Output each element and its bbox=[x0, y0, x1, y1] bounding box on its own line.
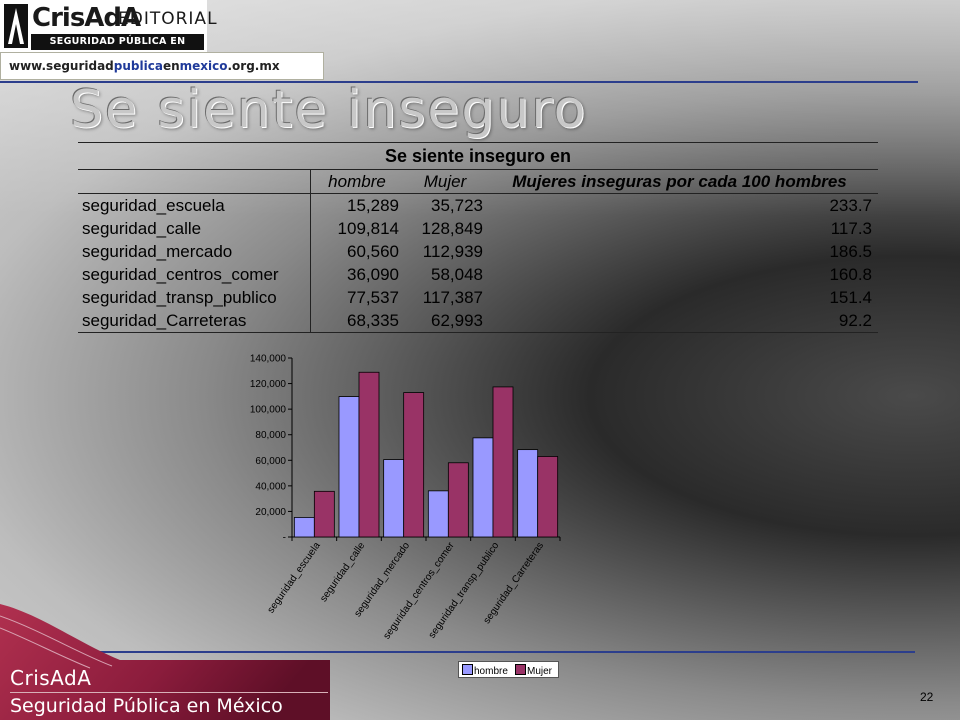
page-number: 22 bbox=[920, 690, 934, 704]
y-tick-label: - bbox=[283, 533, 286, 544]
cell-hombre: 15,289 bbox=[347, 196, 399, 215]
bar-hombre bbox=[517, 449, 539, 538]
footer-brand: CrisAdA bbox=[10, 666, 92, 690]
cell-mujer: 58,048 bbox=[431, 265, 483, 284]
table-row: seguridad_centros_comer 36,090 58,048 16… bbox=[78, 263, 878, 286]
x-tick-label: seguridad_calle bbox=[318, 540, 367, 604]
cell-mujer: 35,723 bbox=[431, 196, 483, 215]
cell-hombre: 60,560 bbox=[347, 242, 399, 261]
cell-hombre: 68,335 bbox=[310, 309, 403, 333]
table-header-row: hombre Mujer Mujeres inseguras por cada … bbox=[78, 169, 878, 194]
table-title: Se siente inseguro en bbox=[78, 142, 878, 170]
logo: CrisAdA EDITORIAL SEGURIDAD PÚBLICA EN M… bbox=[0, 0, 217, 63]
row-label: seguridad_centros_comer bbox=[78, 263, 311, 286]
cell-ratio: 92.2 bbox=[487, 309, 878, 333]
logo-editorial-text: EDITORIAL bbox=[118, 9, 218, 29]
bar-hombre bbox=[472, 437, 494, 538]
y-tick-label: 80,000 bbox=[255, 430, 286, 441]
header-hombre: hombre bbox=[310, 169, 403, 194]
cell-hombre: 109,814 bbox=[337, 219, 399, 238]
cell-mujer: 117,387 bbox=[422, 288, 483, 307]
y-tick-label: 60,000 bbox=[255, 456, 286, 467]
logo-mark-icon bbox=[4, 4, 28, 48]
legend-item-hombre: hombre bbox=[462, 664, 508, 677]
header-empty-cell bbox=[78, 169, 311, 194]
y-tick-label: 140,000 bbox=[250, 354, 287, 365]
table-row: seguridad_transp_publico 77,537 117,387 … bbox=[78, 286, 878, 309]
y-tick-label: 120,000 bbox=[250, 379, 287, 390]
logo-bar-text: SEGURIDAD PÚBLICA EN MÉXICO bbox=[31, 34, 204, 63]
row-label: seguridad_calle bbox=[78, 217, 311, 240]
cell-ratio: 151.4 bbox=[829, 288, 872, 307]
cell-ratio: 186.5 bbox=[829, 242, 872, 261]
website-url[interactable]: www.seguridadpublicaenmexico.org.mx bbox=[9, 59, 280, 73]
table-row: seguridad_calle 109,814 128,849 117.3 bbox=[78, 217, 878, 240]
table-row: seguridad_escuela 15,289 35,723 233.7 bbox=[78, 193, 878, 217]
bar-chart: - 20,000 40,000 60,000 80,000 100,000 120,000 1… bbox=[250, 354, 561, 640]
slide-title: Se siente inseguro bbox=[70, 80, 588, 140]
legend-label: hombre bbox=[474, 666, 508, 677]
legend-swatch bbox=[515, 664, 526, 675]
row-label: seguridad_Carreteras bbox=[78, 309, 311, 333]
table-row: seguridad_mercado 60,560 112,939 186.5 bbox=[78, 240, 878, 263]
url-part: en bbox=[162, 59, 180, 73]
header-mujer: Mujer bbox=[403, 169, 487, 194]
row-label: seguridad_escuela bbox=[78, 193, 311, 217]
header-ratio: Mujeres inseguras por cada 100 hombres bbox=[487, 169, 878, 194]
legend-item-mujer: Mujer bbox=[515, 664, 553, 677]
url-part: publica bbox=[113, 59, 163, 73]
row-label: seguridad_mercado bbox=[78, 240, 311, 263]
url-part: www.seguridad bbox=[9, 59, 114, 73]
bar-mujer bbox=[403, 392, 425, 538]
bar-mujer bbox=[492, 386, 514, 538]
bar-mujer bbox=[537, 456, 559, 538]
table-row: seguridad_Carreteras 68,335 62,993 92.2 bbox=[78, 309, 878, 333]
legend-swatch bbox=[462, 664, 473, 675]
cell-ratio: 117.3 bbox=[830, 219, 872, 238]
bar-mujer bbox=[358, 371, 380, 538]
cell-hombre: 77,537 bbox=[347, 288, 399, 307]
y-tick-label: 20,000 bbox=[255, 507, 286, 518]
footer-subtitle: Seguridad Pública en México bbox=[10, 695, 283, 717]
legend-label: Mujer bbox=[527, 666, 553, 677]
cell-ratio: 160.8 bbox=[829, 265, 872, 284]
data-table: Se siente inseguro en hombre Mujer Mujer… bbox=[78, 142, 878, 333]
cell-mujer: 112,939 bbox=[422, 242, 483, 261]
bar-mujer bbox=[313, 490, 335, 538]
bar-mujer bbox=[447, 462, 469, 538]
bar-hombre bbox=[427, 490, 449, 538]
url-part: mexico bbox=[179, 59, 228, 73]
footer-divider bbox=[10, 692, 328, 693]
cell-hombre: 36,090 bbox=[347, 265, 399, 284]
bar-hombre bbox=[338, 396, 360, 538]
row-label: seguridad_transp_publico bbox=[78, 286, 311, 309]
chart-legend: hombre Mujer bbox=[458, 661, 559, 678]
bar-hombre bbox=[293, 517, 315, 538]
url-part: .org.mx bbox=[227, 59, 280, 73]
url-box: www.seguridadpublicaenmexico.org.mx bbox=[0, 52, 324, 80]
y-tick-label: 40,000 bbox=[255, 481, 286, 492]
cell-ratio: 233.7 bbox=[829, 196, 872, 215]
cell-mujer: 62,993 bbox=[403, 309, 487, 333]
y-tick-label: 100,000 bbox=[250, 405, 287, 416]
cell-mujer: 128,849 bbox=[421, 219, 483, 238]
bar-hombre bbox=[383, 459, 405, 538]
